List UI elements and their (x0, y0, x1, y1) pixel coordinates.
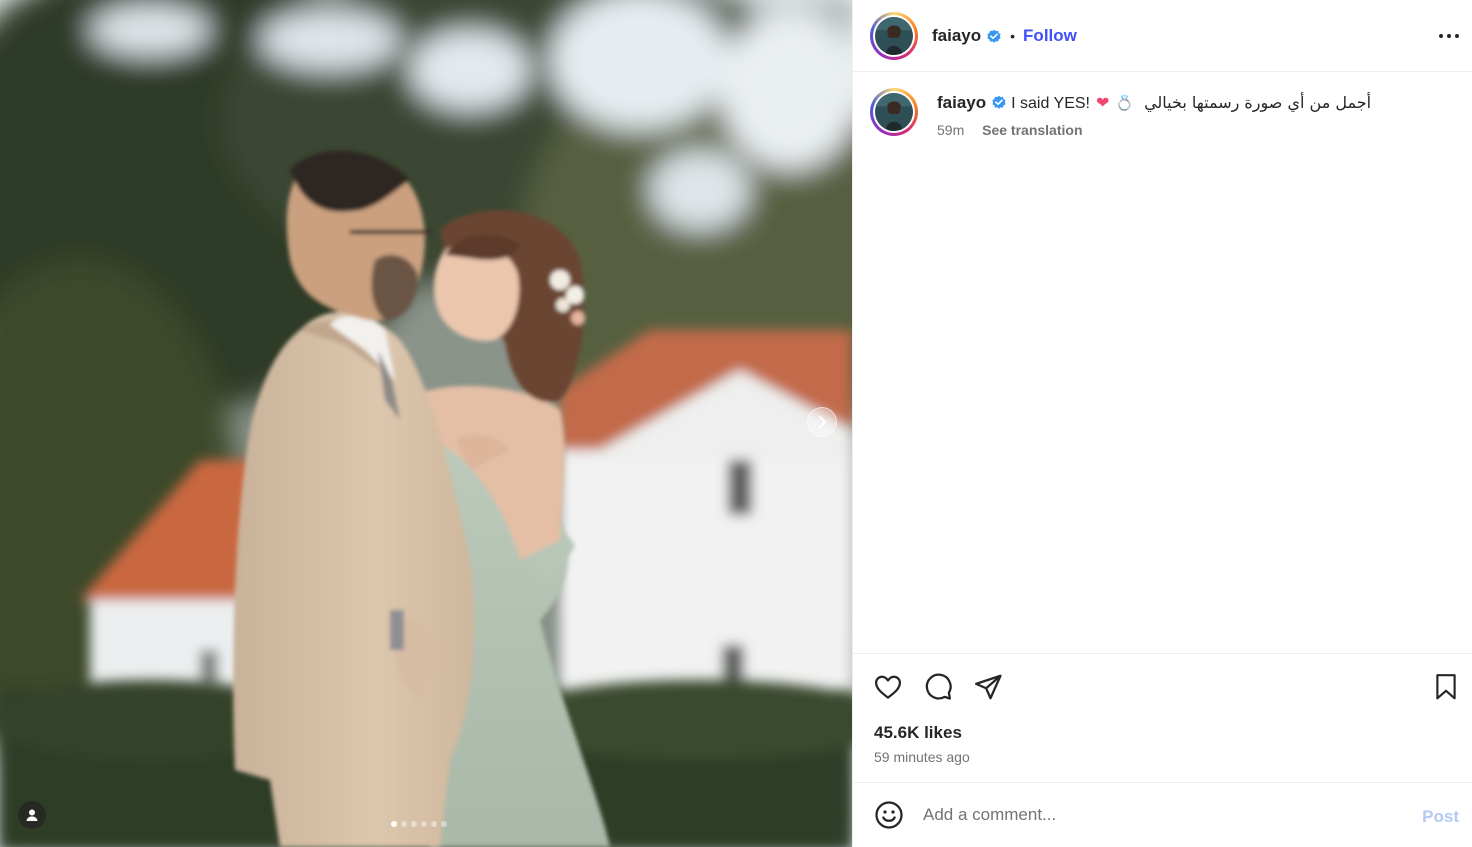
comment-button[interactable] (923, 672, 953, 702)
profile-picture (875, 16, 913, 55)
profile-picture (875, 93, 913, 131)
slide-dot (431, 821, 437, 827)
more-options-icon (1439, 34, 1459, 38)
ring-emoji: 💍 (1115, 95, 1135, 112)
post-side-panel: faiayo • Follow faiayo I said YES! ❤ 💍 أ… (852, 0, 1472, 847)
see-translation-link[interactable]: See translation (982, 122, 1082, 138)
post-dialog: faiayo • Follow faiayo I said YES! ❤ 💍 أ… (0, 0, 1472, 847)
slide-dot (401, 821, 407, 827)
user-tag-icon (26, 809, 38, 821)
caption-time: 59m (937, 122, 965, 138)
share-icon (975, 674, 1002, 700)
post-actions-section: 45.6K likes 59 minutes ago (853, 653, 1472, 765)
comment-icon (925, 673, 952, 700)
bookmark-icon (1436, 674, 1456, 700)
slide-dot (391, 821, 397, 827)
heart-emoji: ❤ (1096, 95, 1110, 112)
next-slide-button[interactable] (807, 407, 837, 437)
like-button[interactable] (873, 672, 903, 702)
comment-bar: Post (853, 782, 1472, 847)
verified-badge-icon (987, 29, 1001, 43)
caption-arabic-text: أجمل من أي صورة رسمتها بخيالي (1144, 93, 1372, 112)
post-photo (0, 0, 852, 847)
emoji-icon (875, 801, 903, 829)
likes-count[interactable]: 45.6K likes (853, 723, 1472, 743)
post-timestamp[interactable]: 59 minutes ago (853, 749, 1472, 765)
follow-button[interactable]: Follow (1023, 26, 1077, 46)
slide-dot (411, 821, 417, 827)
header-separator: • (1010, 27, 1016, 44)
tagged-users-button[interactable] (18, 801, 46, 829)
avatar[interactable] (870, 11, 918, 60)
header-username[interactable]: faiayo (932, 26, 981, 46)
verified-badge-icon (992, 95, 1006, 109)
share-button[interactable] (973, 672, 1003, 702)
caption-text: I said YES! (1011, 95, 1090, 112)
caption-avatar[interactable] (870, 88, 918, 136)
caption-username[interactable]: faiayo (937, 93, 986, 112)
slide-indicator (391, 821, 447, 827)
post-media (0, 0, 852, 847)
post-header: faiayo • Follow (853, 0, 1472, 72)
save-button[interactable] (1431, 672, 1461, 702)
emoji-button[interactable] (873, 799, 905, 831)
post-comment-button[interactable]: Post (1422, 807, 1459, 827)
heart-icon (875, 675, 901, 699)
more-options-button[interactable] (1435, 22, 1463, 50)
chevron-right-icon (819, 416, 826, 428)
post-caption: faiayo I said YES! ❤ 💍 أجمل من أي صورة رسمت… (870, 88, 1371, 138)
action-bar (853, 654, 1472, 720)
comment-input[interactable] (923, 805, 1393, 825)
slide-dot (421, 821, 427, 827)
slide-dot (441, 821, 447, 827)
